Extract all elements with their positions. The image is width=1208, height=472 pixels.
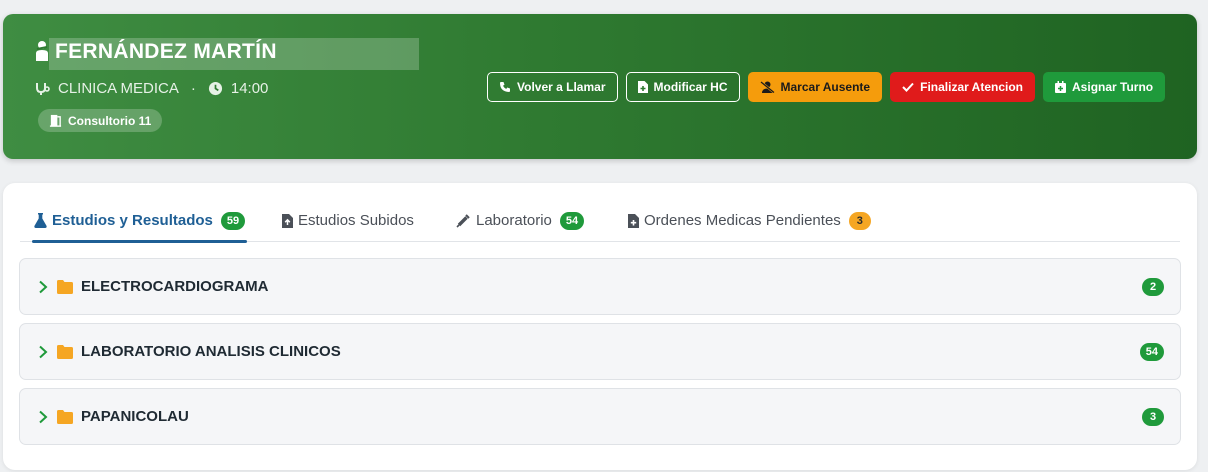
flask-icon [34,213,47,228]
folder-count-badge: 54 [1139,342,1164,361]
tab-studies-results[interactable]: Estudios y Resultados 59 [31,199,248,243]
patient-meta: CLINICA MEDICA · 14:00 [34,80,268,97]
recall-label: Volver a Llamar [517,80,606,94]
finish-attention-button[interactable]: Finalizar Atencion [890,72,1036,102]
appointment-time: 14:00 [230,80,269,97]
header-actions: Volver a Llamar Modificar HC Marcar Ause… [487,72,1166,102]
room-label: Consultorio 11 [68,113,152,128]
file-medical-icon [628,213,639,228]
tab-studies-results-badge: 59 [220,211,246,230]
tab-pending-orders-label: Ordenes Medicas Pendientes [644,212,841,229]
folder-label: ELECTROCARDIOGRAMA [81,278,269,295]
chevron-right-icon [39,280,48,294]
tab-uploaded-studies-label: Estudios Subidos [298,212,414,229]
assign-label: Asignar Turno [1072,80,1154,94]
mark-absent-button[interactable]: Marcar Ausente [747,72,883,102]
stethoscope-icon [36,82,50,95]
room-badge: Consultorio 11 [38,109,163,132]
tab-laboratory-badge: 54 [559,211,585,230]
folder-label: PAPANICOLAU [81,408,189,425]
folder-papanicolau[interactable]: PAPANICOLAU 3 [19,388,1181,445]
edit-hc-label: Modificar HC [653,80,728,94]
assign-turn-button[interactable]: Asignar Turno [1043,72,1166,102]
file-upload-icon [282,213,293,228]
patient-name: FERNÁNDEZ MARTÍN [55,40,277,63]
specialty-label: CLINICA MEDICA [58,80,179,97]
tab-laboratory[interactable]: Laboratorio 54 [456,199,585,242]
folder-icon [57,280,73,294]
folder-label: LABORATORIO ANALISIS CLINICOS [81,343,341,360]
folder-electrocardiograma[interactable]: ELECTROCARDIOGRAMA 2 [19,258,1181,315]
folder-icon [57,345,73,359]
folder-count-badge: 3 [1142,407,1164,426]
chevron-right-icon [39,345,48,359]
door-icon [49,114,62,127]
folder-icon [57,410,73,424]
studies-panel: Estudios y Resultados 59 Estudios Subido… [3,183,1197,470]
clock-icon [208,81,222,96]
patient-header: FERNÁNDEZ MARTÍN CLINICA MEDICA · 14:00 … [3,14,1197,159]
patient-icon-wrap [35,40,55,62]
calendar-plus-icon [1055,81,1067,93]
syringe-icon [456,214,470,228]
tab-pending-orders[interactable]: Ordenes Medicas Pendientes 3 [628,199,871,242]
tab-bar: Estudios y Resultados 59 Estudios Subido… [20,199,1180,243]
recall-button[interactable]: Volver a Llamar [487,72,618,102]
user-slash-icon [759,81,775,93]
tab-laboratory-label: Laboratorio [476,212,552,229]
folder-count-badge: 2 [1142,277,1164,296]
edit-hc-button[interactable]: Modificar HC [625,72,740,102]
tab-pending-orders-badge: 3 [848,211,871,230]
chevron-right-icon [39,410,48,424]
tab-studies-results-label: Estudios y Resultados [52,212,213,229]
file-medical-icon [637,81,648,93]
finish-label: Finalizar Atencion [920,80,1024,94]
phone-icon [500,82,510,92]
meta-separator: · [190,80,196,97]
mark-absent-label: Marcar Ausente [780,80,871,94]
user-injured-icon [36,41,48,61]
folder-laboratorio-analisis-clinicos[interactable]: LABORATORIO ANALISIS CLINICOS 54 [19,323,1181,380]
folder-list: ELECTROCARDIOGRAMA 2 LABORATORIO ANALISI… [19,258,1181,453]
check-icon [902,82,914,92]
tab-uploaded-studies[interactable]: Estudios Subidos [282,199,414,242]
